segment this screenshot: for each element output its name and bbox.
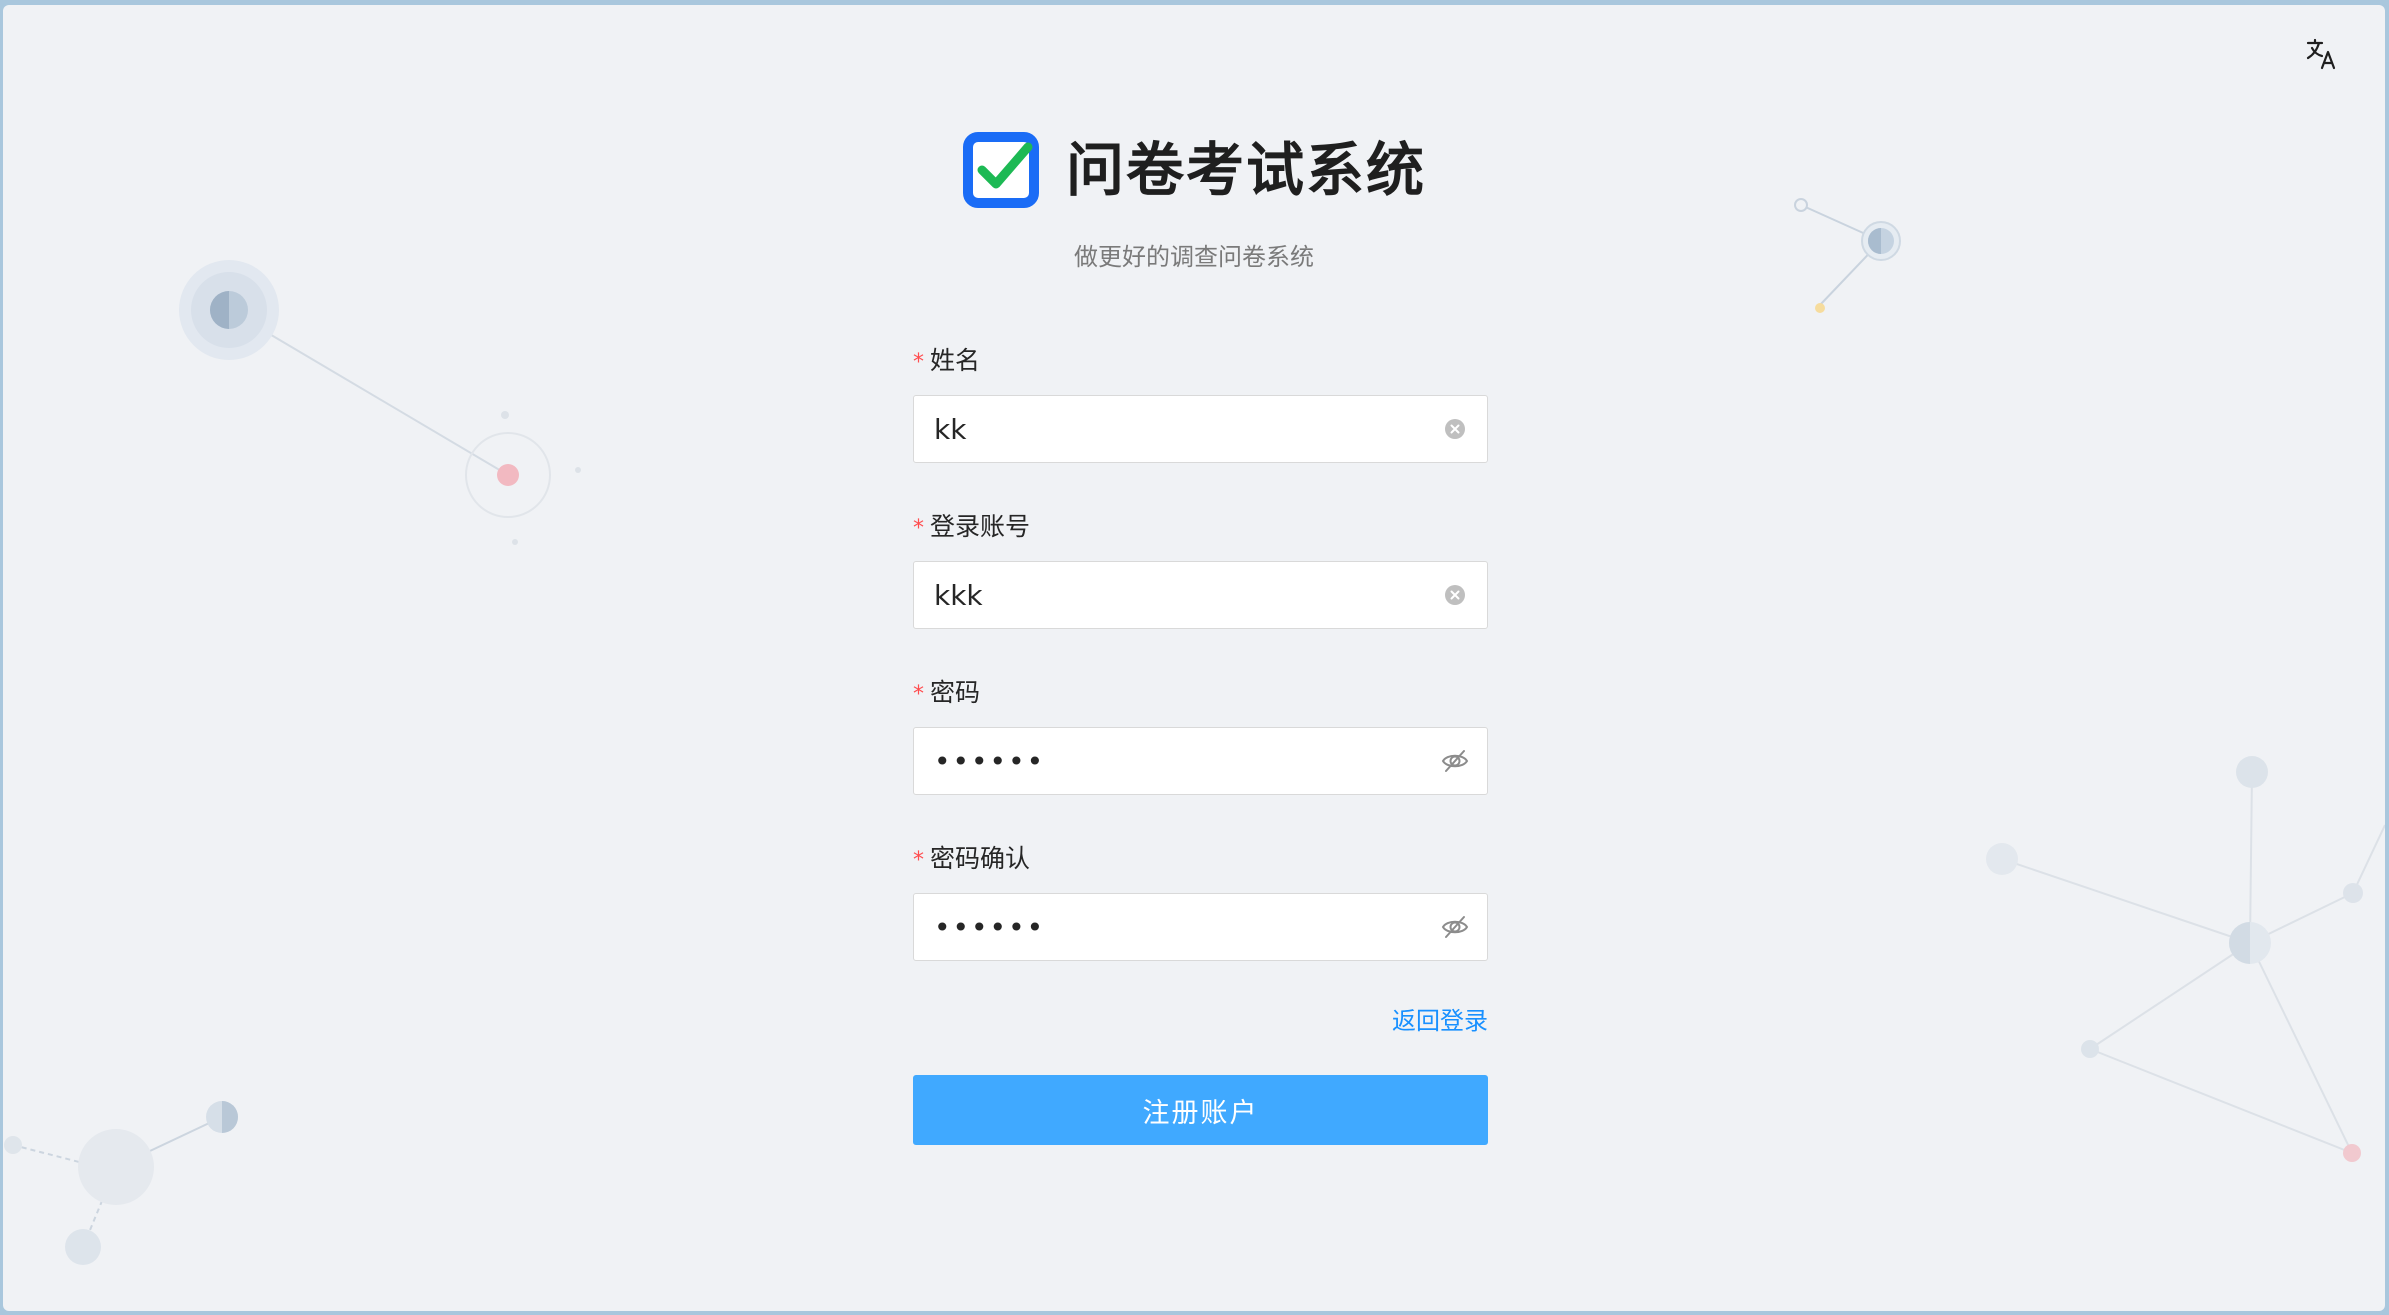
confirm-field-group: * 密码确认 [913, 843, 1488, 961]
link-row: 返回登录 [913, 1001, 1488, 1041]
app-subtitle: 做更好的调查问卷系统 [1074, 243, 1314, 271]
name-label: * 姓名 [913, 345, 1488, 377]
app-header: 问卷考试系统 [3, 131, 2385, 209]
password-label: * 密码 [913, 677, 1488, 709]
confirm-input-wrapper [913, 893, 1488, 961]
clear-circle-icon [1445, 585, 1465, 605]
name-field-group: * 姓名 [913, 345, 1488, 463]
account-clear-button[interactable] [1439, 579, 1471, 611]
account-field-group: * 登录账号 [913, 511, 1488, 629]
decoration-molecule-left [179, 260, 581, 545]
account-label-text: 登录账号 [930, 512, 1031, 541]
confirm-visibility-toggle[interactable] [1439, 911, 1471, 943]
name-label-text: 姓名 [930, 346, 981, 375]
required-mark: * [913, 516, 924, 541]
register-page: 问卷考试系统 做更好的调查问卷系统 *姓名 *登录账号 [3, 5, 2385, 1311]
password-field-group: * 密码 [913, 677, 1488, 795]
password-input-wrapper [913, 727, 1488, 795]
confirm-label-text: 密码确认 [930, 844, 1031, 873]
register-submit-button[interactable]: 注册账户 [913, 1075, 1488, 1145]
confirm-label: * 密码确认 [913, 843, 1488, 875]
decoration-molecule-bottom-right [1986, 756, 2385, 1162]
name-clear-button[interactable] [1439, 413, 1471, 445]
eye-invisible-icon [1441, 750, 1469, 772]
clear-circle-icon [1445, 419, 1465, 439]
name-input-wrapper [913, 395, 1488, 463]
name-input[interactable] [914, 396, 1434, 462]
account-label: * 登录账号 [913, 511, 1488, 543]
eye-invisible-icon [1441, 916, 1469, 938]
decoration-molecule-bottom-left [4, 1101, 238, 1265]
required-mark: * [913, 682, 924, 707]
confirm-password-input[interactable] [914, 894, 1434, 960]
register-form: *姓名 *登录账号 [913, 345, 1488, 1145]
language-switch-button[interactable] [2301, 33, 2343, 75]
required-mark: * [913, 350, 924, 375]
translate-icon [2306, 38, 2336, 70]
account-input[interactable] [914, 562, 1434, 628]
app-title: 问卷考试系统 [1065, 136, 1426, 204]
required-mark: * [913, 848, 924, 873]
password-label-text: 密码 [930, 678, 981, 707]
back-to-login-link[interactable]: 返回登录 [1392, 1007, 1488, 1035]
account-input-wrapper [913, 561, 1488, 629]
password-visibility-toggle[interactable] [1439, 745, 1471, 777]
checkbox-logo-icon [962, 132, 1039, 208]
password-input[interactable] [914, 728, 1434, 794]
